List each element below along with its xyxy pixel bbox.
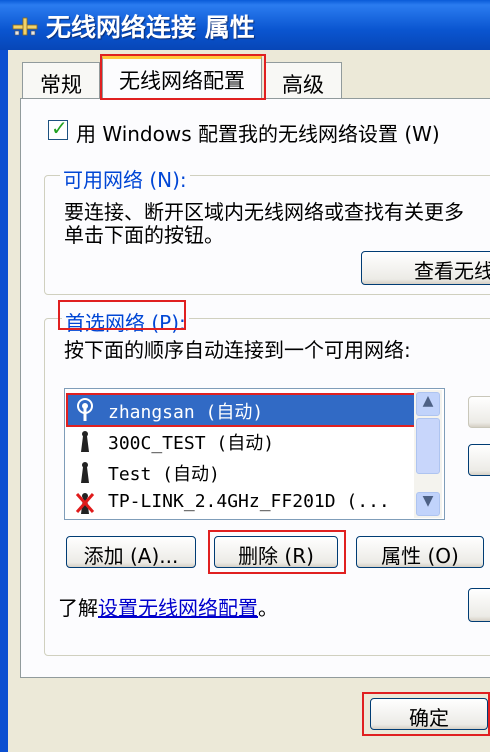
tab-advanced[interactable]: 高级 [264,62,342,98]
learn-more-prefix: 了解 [58,596,98,620]
preferred-desc: 按下面的顺序自动连接到一个可用网络: [64,338,411,362]
network-item-label: 300C_TEST (自动) [108,433,275,454]
antenna-unavailable-icon [74,490,96,516]
learn-more-text: 了解设置无线网络配置。 [58,592,278,621]
tab-advanced-label: 高级 [282,73,324,97]
antenna-icon [74,428,96,454]
available-desc-line2: 单击下面的按钮。 [64,223,224,247]
antenna-icon [74,459,96,485]
highlight-selected-network [66,393,416,427]
available-networks-legend: 可用网络 (N): [60,164,190,193]
highlight-ok-button [362,692,490,736]
network-item[interactable]: 300C_TEST (自动) [68,426,414,456]
highlight-tab-wireless [100,54,266,100]
move-down-button[interactable] [468,444,490,476]
network-item-label: Test (自动) [108,464,220,485]
network-item[interactable]: Test (自动) [68,457,414,487]
add-button[interactable]: 添加 (A)... [66,536,196,568]
network-item-label: TP-LINK_2.4GHz_FF201D (... [108,491,390,512]
window-title: 无线网络连接 属性 [46,13,255,42]
tab-general[interactable]: 常规 [22,62,100,98]
move-up-button[interactable] [468,396,490,428]
view-wireless-networks-button[interactable]: 查看无线 [361,251,490,285]
tab-general-label: 常规 [40,73,82,97]
highlight-delete-button [208,530,346,574]
scroll-up-button[interactable]: ▲ [416,392,440,416]
use-windows-label: 用 Windows 配置我的无线网络设置 (W) [76,122,440,146]
network-item[interactable]: TP-LINK_2.4GHz_FF201D (... [68,488,414,518]
scroll-down-button[interactable]: ▼ [416,492,440,516]
properties-button[interactable]: 属性 (O) [356,536,484,568]
window-frame-left [0,50,8,752]
wireless-config-help-link[interactable]: 设置无线网络配置 [98,596,258,620]
highlight-preferred-legend [58,300,186,330]
learn-more-suffix: 。 [258,596,278,620]
checkmark-icon: ✓ [51,116,68,140]
network-connection-icon [12,15,38,37]
scroll-thumb[interactable] [416,418,440,474]
advanced-button[interactable] [468,588,490,622]
